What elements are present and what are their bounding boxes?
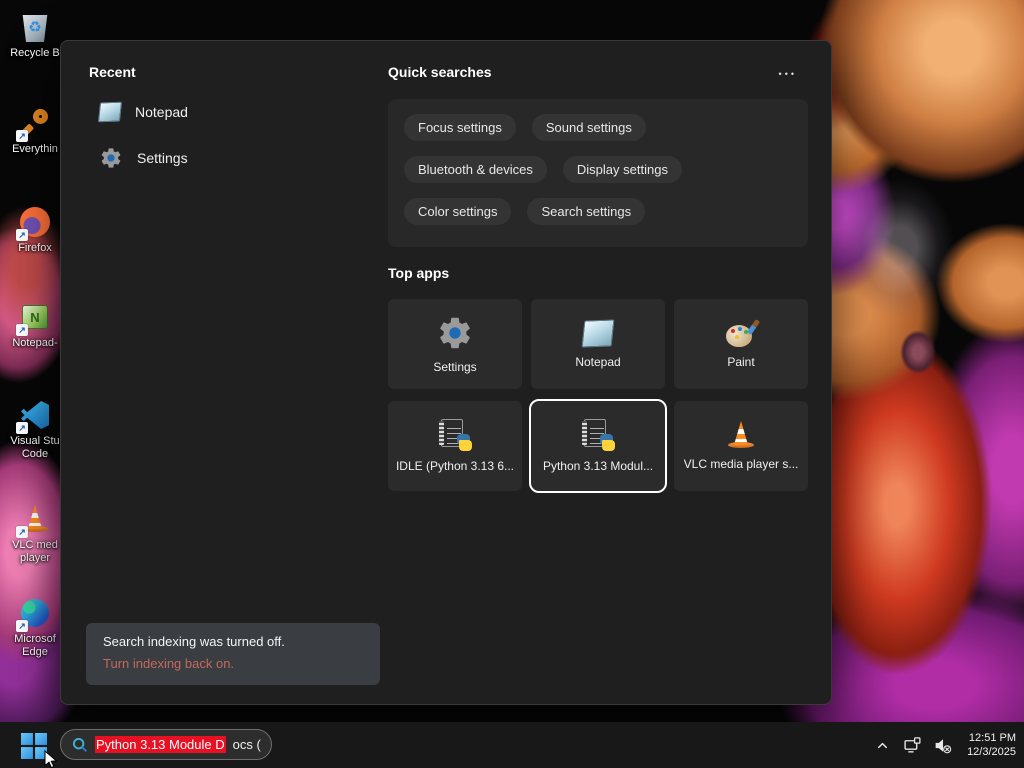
recent-section-title: Recent	[89, 64, 136, 80]
clock-date: 12/3/2025	[967, 746, 1016, 758]
desktop-icon-recycle-bin[interactable]: ♻ Recycle B	[1, 10, 69, 60]
recycle-bin-icon: ♻	[18, 10, 52, 44]
shortcut-arrow-icon: ↗	[16, 620, 28, 632]
recent-item-settings[interactable]: Settings	[99, 143, 188, 173]
tile-label: Notepad	[575, 354, 621, 369]
hidden-icons-chevron-icon[interactable]	[871, 733, 893, 757]
vscode-icon: ↗	[16, 398, 52, 434]
notepad-icon	[581, 318, 615, 348]
desktop-icon-label: Microsof Edge	[14, 633, 56, 658]
network-icon[interactable]	[901, 733, 923, 757]
top-app-tile-python-module-docs[interactable]: Python 3.13 Modul...	[529, 399, 667, 493]
gear-icon	[99, 146, 123, 170]
turn-indexing-on-link[interactable]: Turn indexing back on.	[103, 656, 363, 671]
desktop-icon-label: VLC med player	[12, 539, 58, 564]
recent-list: Notepad Settings	[97, 97, 188, 173]
recent-item-label: Settings	[137, 150, 188, 166]
desktop-icon-label: Notepad-	[12, 337, 58, 349]
quick-searches-title: Quick searches	[388, 64, 492, 80]
desktop-icon-notepad-plus-plus[interactable]: N ↗ Notepad-	[1, 300, 69, 350]
tile-label: Python 3.13 Modul...	[542, 459, 654, 473]
clock-time: 12:51 PM	[968, 732, 1016, 744]
recent-item-label: Notepad	[135, 104, 188, 120]
shortcut-arrow-icon: ↗	[16, 324, 28, 336]
top-app-tile-notepad[interactable]: Notepad	[531, 299, 665, 389]
desktop-icon-edge[interactable]: ↗ Microsof Edge	[1, 596, 69, 659]
chip-color-settings[interactable]: Color settings	[404, 198, 512, 225]
top-app-tile-idle[interactable]: IDLE (Python 3.13 6...	[388, 401, 522, 491]
chip-focus-settings[interactable]: Focus settings	[404, 114, 516, 141]
recent-item-notepad[interactable]: Notepad	[97, 97, 188, 127]
taskbar: Python 3.13 Module D ocs ( 12:51 PM 12/3/…	[0, 722, 1024, 768]
search-icon	[72, 737, 87, 752]
desktop-icon-vlc[interactable]: ↗ VLC med player	[1, 502, 69, 565]
shortcut-arrow-icon: ↗	[16, 422, 28, 434]
tile-label: VLC media player s...	[683, 457, 799, 471]
shortcut-arrow-icon: ↗	[16, 130, 28, 142]
desktop-icon-label: Recycle B	[10, 47, 60, 59]
clock[interactable]: 12:51 PM 12/3/2025	[961, 731, 1016, 759]
indexing-notice-message: Search indexing was turned off.	[103, 634, 285, 649]
tile-label: Paint	[727, 355, 755, 369]
start-button[interactable]	[16, 730, 52, 762]
desktop-icon-everything[interactable]: ↗ Everythin	[1, 106, 69, 156]
notepad-plus-plus-icon: N ↗	[16, 300, 52, 336]
desktop-icon-label: Everythin	[12, 143, 58, 155]
indexing-notice: Search indexing was turned off. Turn ind…	[86, 623, 380, 685]
vlc-cone-icon	[727, 421, 755, 449]
top-app-tile-paint[interactable]: Paint	[674, 299, 808, 389]
edge-icon: ↗	[16, 596, 52, 632]
notepad-icon	[97, 101, 123, 123]
chip-bluetooth-devices[interactable]: Bluetooth & devices	[404, 156, 547, 183]
desktop-icon-vscode[interactable]: ↗ Visual Stu Code	[1, 398, 69, 461]
tile-label: IDLE (Python 3.13 6...	[395, 459, 515, 473]
everything-search-icon: ↗	[16, 106, 52, 142]
top-app-tile-settings[interactable]: Settings	[388, 299, 522, 389]
top-apps-title: Top apps	[388, 265, 450, 281]
python-document-icon	[582, 419, 615, 451]
top-app-tile-vlc[interactable]: VLC media player s...	[674, 401, 808, 491]
windows-logo-icon	[21, 733, 47, 759]
shortcut-arrow-icon: ↗	[16, 526, 28, 538]
volume-muted-icon[interactable]	[931, 733, 953, 757]
shortcut-arrow-icon: ↗	[16, 229, 28, 241]
desktop-icon-label: Firefox	[18, 242, 52, 254]
vlc-cone-icon: ↗	[16, 502, 52, 538]
firefox-icon: ↗	[16, 205, 52, 241]
chip-search-settings[interactable]: Search settings	[527, 198, 646, 225]
tile-label: Settings	[433, 360, 477, 374]
gear-icon	[436, 314, 474, 352]
quick-searches-card: Focus settings Sound settings Bluetooth …	[388, 99, 808, 247]
desktop-icon-firefox[interactable]: ↗ Firefox	[1, 205, 69, 255]
search-text-rest: ocs (	[232, 737, 261, 752]
chip-sound-settings[interactable]: Sound settings	[531, 114, 646, 141]
system-tray: 12:51 PM 12/3/2025	[871, 722, 1016, 768]
more-options-icon[interactable]: •••	[779, 69, 797, 79]
search-flyout-panel: Recent Notepad Settings Quick searches •…	[60, 40, 832, 705]
search-text-selected: Python 3.13 Module D	[95, 736, 226, 753]
chip-display-settings[interactable]: Display settings	[562, 156, 682, 183]
desktop-icon-label: Visual Stu Code	[10, 435, 60, 460]
paint-palette-icon	[726, 319, 761, 347]
taskbar-search-input[interactable]: Python 3.13 Module D ocs (	[60, 729, 272, 760]
python-document-icon	[439, 419, 472, 451]
top-apps-grid: Settings Notepad Paint IDLE (Python 3.13…	[388, 299, 808, 493]
